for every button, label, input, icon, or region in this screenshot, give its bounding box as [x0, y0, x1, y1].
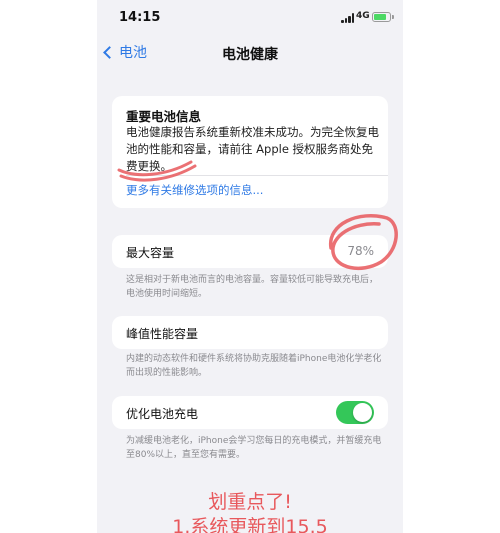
info-card-body: 电池健康报告系统重新校准未成功。为完全恢复电池的性能和容量，请前往 Apple … [126, 125, 379, 173]
annotation-point-1: 1.系统更新到15.5 [172, 516, 328, 533]
peak-performance-footnote: 内建的动态软件和硬件系统将协助克服随着iPhone电池化学老化而出现的性能影响。 [126, 354, 382, 378]
battery-icon [372, 12, 391, 22]
status-time: 14:15 [119, 10, 161, 25]
phone-screen: 14:15 4G 电池 电池健康 重要电池信息 电池健康报告系统重新校准未成功。… [97, 0, 403, 533]
max-capacity-label: 最大容量 [126, 246, 175, 260]
nav-bar: 电池 电池健康 [97, 36, 403, 66]
optimized-charging-footnote: 为减缓电池老化，iPhone会学习您每日的充电模式，并暂缓充电至80%以上，直至… [126, 436, 382, 460]
peak-performance-row: 峰值性能容量 [112, 316, 388, 349]
signal-icon [341, 13, 355, 23]
max-capacity-footnote: 这是相对于新电池而言的电池容量。容量较低可能导致充电后，电池使用时间缩短。 [126, 275, 379, 299]
peak-performance-label: 峰值性能容量 [126, 327, 199, 341]
battery-info-card: 重要电池信息 电池健康报告系统重新校准未成功。为完全恢复电池的性能和容量，请前往… [112, 96, 388, 208]
max-capacity-value: 78% [347, 244, 374, 258]
optimized-charging-row: 优化电池充电 [112, 396, 388, 429]
optimized-charging-label: 优化电池充电 [126, 407, 199, 421]
annotation-headline: 划重点了! [208, 491, 292, 513]
repair-options-link[interactable]: 更多有关维修选项的信息... [126, 182, 263, 198]
info-card-title: 重要电池信息 [126, 109, 202, 124]
status-bar: 14:15 4G [97, 0, 403, 34]
card-divider [126, 175, 388, 176]
toggle-knob [353, 403, 372, 422]
battery-cap [392, 15, 394, 19]
network-type: 4G [356, 11, 370, 21]
page-title: 电池健康 [222, 47, 278, 63]
max-capacity-row: 最大容量 78% [112, 235, 388, 268]
optimized-charging-toggle[interactable] [336, 401, 374, 424]
